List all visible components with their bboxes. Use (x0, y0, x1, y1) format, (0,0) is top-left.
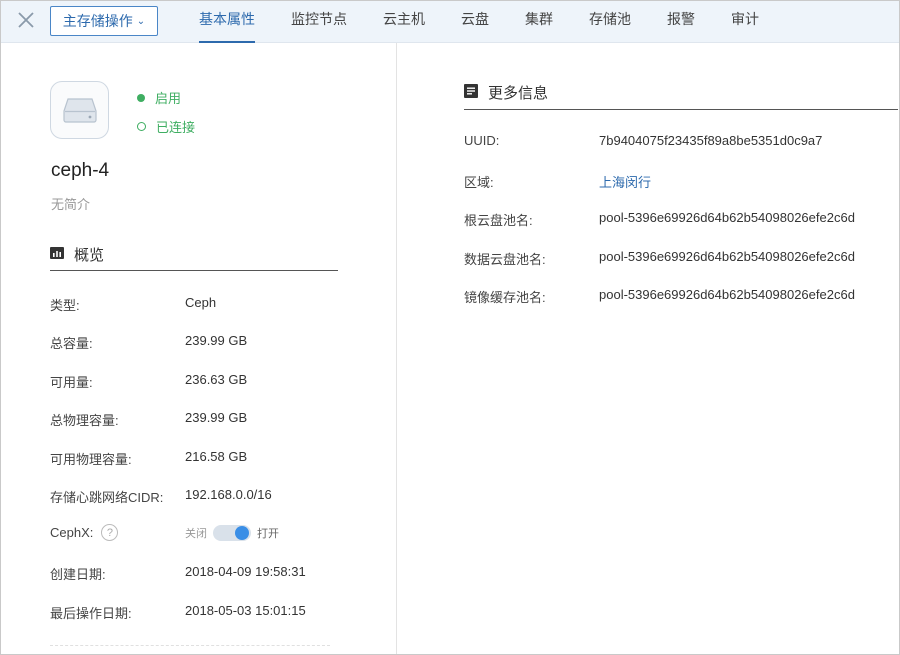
tab-vm-instances[interactable]: 云主机 (365, 1, 443, 43)
tab-clusters[interactable]: 集群 (507, 1, 571, 43)
available-physical-label: 可用物理容量: (50, 452, 132, 467)
cephx-on-label: 打开 (257, 528, 279, 540)
zone-link[interactable]: 上海闵行 (599, 172, 651, 191)
cephx-toggle[interactable] (213, 525, 251, 541)
overview-divider (50, 270, 338, 271)
last-op-date-value: 2018-05-03 15:01:15 (185, 603, 306, 618)
available-physical-value: 216.58 GB (185, 449, 248, 464)
status-connected-label: 已连接 (156, 120, 196, 135)
hard-disk-icon (50, 81, 109, 139)
type-value: Ceph (185, 295, 217, 310)
storage-name: ceph-4 (51, 160, 110, 181)
created-date-value: 2018-04-09 19:58:31 (185, 564, 306, 579)
tab-basic-properties[interactable]: 基本属性 (181, 1, 273, 43)
toggle-knob (235, 526, 249, 540)
chart-icon (50, 246, 64, 264)
overview-title: 概览 (74, 247, 105, 264)
uuid-value: 7b9404075f23435f89a8be5351d0c9a7 (599, 133, 823, 148)
status-connected: 已连接 (137, 117, 195, 136)
tab-volumes[interactable]: 云盘 (443, 1, 507, 43)
cephx-row: CephX: ? (50, 524, 119, 541)
more-info-header: 更多信息 (464, 82, 548, 103)
total-capacity-label: 总容量: (50, 336, 93, 351)
top-bar: 主存储操作 ⌄ 基本属性 监控节点 云主机 云盘 集群 存储池 报警 审计 (1, 1, 899, 43)
tab-audit[interactable]: 审计 (713, 1, 777, 43)
storage-description: 无简介 (51, 197, 91, 212)
cephx-switch: 关闭 打开 (185, 525, 279, 541)
heartbeat-cidr-label: 存储心跳网络CIDR: (50, 490, 164, 505)
data-volume-pool-label: 数据云盘池名: (464, 252, 546, 267)
root-volume-pool-value: pool-5396e69926d64b62b54098026efe2c6d (599, 210, 855, 225)
heartbeat-cidr-value: 192.168.0.0/16 (185, 487, 272, 502)
dialog-frame (0, 0, 900, 655)
chevron-down-icon: ⌄ (136, 15, 146, 27)
status-enabled-label: 启用 (155, 91, 182, 106)
available-capacity-label: 可用量: (50, 375, 93, 390)
cephx-label: CephX: (50, 525, 94, 540)
uuid-label: UUID: (464, 133, 500, 148)
close-icon[interactable] (15, 9, 37, 31)
available-capacity-value: 236.63 GB (185, 372, 248, 387)
tab-monitor-nodes[interactable]: 监控节点 (273, 1, 365, 43)
image-cache-pool-value: pool-5396e69926d64b62b54098026efe2c6d (599, 287, 855, 302)
tab-storage-pools[interactable]: 存储池 (571, 1, 649, 43)
root-volume-pool-label: 根云盘池名: (464, 213, 533, 228)
zone-label: 区域: (464, 175, 494, 190)
total-capacity-value: 239.99 GB (185, 333, 248, 348)
connection-dot (137, 122, 146, 131)
total-physical-value: 239.99 GB (185, 410, 248, 425)
more-info-title: 更多信息 (488, 85, 549, 102)
image-cache-pool-label: 镜像缓存池名: (464, 290, 546, 305)
created-date-label: 创建日期: (50, 567, 106, 582)
tab-bar: 基本属性 监控节点 云主机 云盘 集群 存储池 报警 审计 (181, 1, 777, 43)
ops-button-label: 主存储操作 (62, 13, 133, 29)
data-volume-pool-value: pool-5396e69926d64b62b54098026efe2c6d (599, 249, 855, 264)
section-end-divider (50, 645, 330, 646)
overview-header: 概览 (50, 244, 104, 265)
primary-storage-ops-button[interactable]: 主存储操作 ⌄ (50, 6, 158, 36)
panel-divider (396, 43, 397, 654)
total-physical-label: 总物理容量: (50, 413, 119, 428)
status-dot (137, 93, 145, 102)
help-icon[interactable]: ? (101, 524, 119, 541)
document-icon (464, 83, 478, 102)
type-label: 类型: (50, 298, 80, 313)
more-info-divider (464, 109, 898, 110)
status-enabled: 启用 (137, 88, 181, 107)
tab-alarms[interactable]: 报警 (649, 1, 713, 43)
last-op-date-label: 最后操作日期: (50, 606, 132, 621)
cephx-off-label: 关闭 (185, 528, 207, 540)
